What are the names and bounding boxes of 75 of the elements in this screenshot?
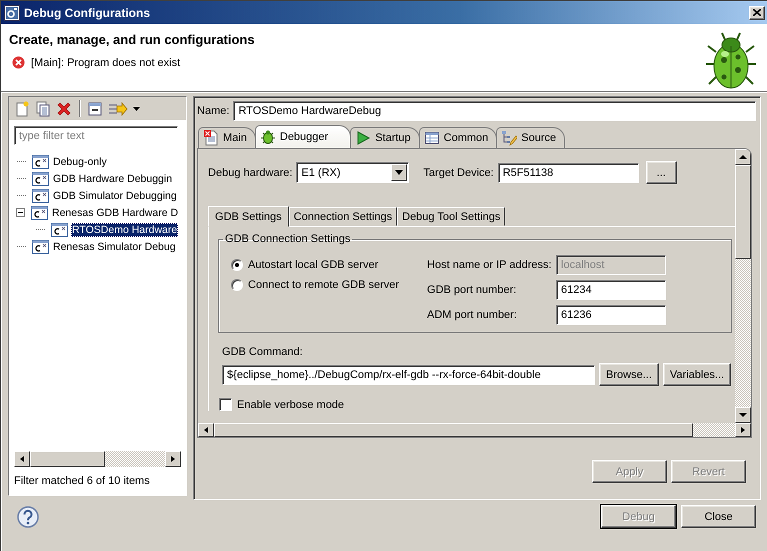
left-arrow-icon[interactable] (19, 455, 25, 463)
down-arrow-icon[interactable] (739, 412, 747, 418)
tree-item[interactable]: RTOSDemo Hardware (71, 222, 178, 236)
tab[interactable]: Main (198, 127, 256, 148)
collapse-all-icon (87, 100, 103, 116)
command-button[interactable]: Variables... (662, 363, 732, 386)
tree-item[interactable]: Renesas Simulator Debug (52, 240, 177, 254)
close-button[interactable] (749, 6, 765, 20)
dropdown-caret-icon (133, 106, 140, 110)
tree-item[interactable]: GDB Simulator Debugging (52, 188, 178, 202)
vertical-scrollbar[interactable] (735, 149, 751, 423)
command-button[interactable]: Browse... (599, 363, 659, 386)
target-device-field[interactable]: R5F51138 (498, 162, 639, 182)
config-icon (32, 154, 49, 168)
name-field[interactable]: RTOSDemo HardwareDebug (233, 101, 756, 121)
filter-icon (108, 100, 128, 116)
up-arrow-icon[interactable] (739, 154, 747, 160)
copy-icon (35, 100, 51, 116)
app-icon (4, 4, 20, 20)
horizontal-scrollbar[interactable] (14, 451, 182, 467)
right-arrow-icon[interactable] (740, 426, 746, 434)
gdb-command-field[interactable]: ${eclipse_home}../DebugComp/rx-elf-gdb --rx-force-64bit-double (222, 364, 596, 384)
text-field[interactable]: 61234 (556, 280, 666, 300)
field-label: Debug hardware: (208, 166, 292, 178)
tree-item[interactable]: Debug-only (52, 154, 108, 168)
error-icon (12, 56, 25, 69)
field-label: GDB Command: (221, 346, 304, 360)
field-label: GDB port number: (427, 284, 518, 296)
field-label: Host name or IP address: (427, 259, 553, 272)
filter-status: Filter matched 6 of 10 items (13, 474, 151, 489)
window-title: Debug Configurations (24, 6, 150, 20)
radio-button[interactable] (231, 279, 244, 291)
new-file-icon (14, 100, 30, 116)
left-arrow-icon[interactable] (203, 426, 210, 434)
document-icon (203, 130, 220, 146)
group-title: GDB Connection Settings (224, 233, 352, 245)
horizontal-scrollbar[interactable] (198, 423, 751, 437)
field-label: ADM port number: (427, 308, 518, 321)
table-icon (424, 130, 440, 146)
config-icon (32, 188, 49, 202)
tree-item[interactable]: GDB Hardware Debuggin (52, 172, 174, 186)
filter-field[interactable]: type filter text (14, 126, 178, 145)
name-label: Name: (197, 105, 230, 117)
right-arrow-icon[interactable] (170, 455, 176, 463)
tab[interactable]: GDB Settings (208, 206, 289, 227)
debug-hardware-dropdown[interactable]: E1 (RX) (296, 162, 410, 183)
browse-device-button[interactable]: ... (646, 161, 677, 184)
text-field[interactable]: 61236 (556, 304, 666, 325)
delete-icon (56, 100, 72, 116)
tab[interactable]: Debug Tool Settings (397, 207, 506, 226)
tab[interactable]: Source (496, 127, 566, 148)
field-label: Target Device: (423, 166, 494, 178)
close-icon (753, 9, 761, 16)
config-icon (32, 240, 49, 254)
source-tree-icon (501, 130, 518, 146)
tab[interactable]: Debugger (254, 125, 352, 148)
config-icon (31, 206, 48, 220)
dialog-heading: Create, manage, and run configurations (9, 32, 256, 47)
config-icon (51, 222, 68, 236)
checkbox-label[interactable]: Enable verbose mode (237, 398, 344, 410)
tree-item[interactable]: Renesas GDB Hardware D (51, 206, 180, 220)
play-icon (355, 130, 372, 146)
bug-icon (260, 129, 276, 145)
error-message: [Main]: Program does not exist (31, 56, 180, 68)
config-icon (32, 172, 49, 186)
footer-button[interactable]: Close (681, 505, 756, 528)
tab[interactable]: Startup (350, 127, 420, 148)
dropdown-arrow-icon (395, 170, 404, 175)
help-icon (17, 506, 39, 528)
minus-box-icon[interactable] (16, 208, 25, 217)
tab[interactable]: Connection Settings (288, 207, 398, 226)
radio-label[interactable]: Autostart local GDB server (248, 259, 378, 271)
radio-button[interactable] (231, 259, 244, 271)
checkbox[interactable] (219, 398, 232, 411)
radio-label[interactable]: Connect to remote GDB server (248, 279, 400, 291)
